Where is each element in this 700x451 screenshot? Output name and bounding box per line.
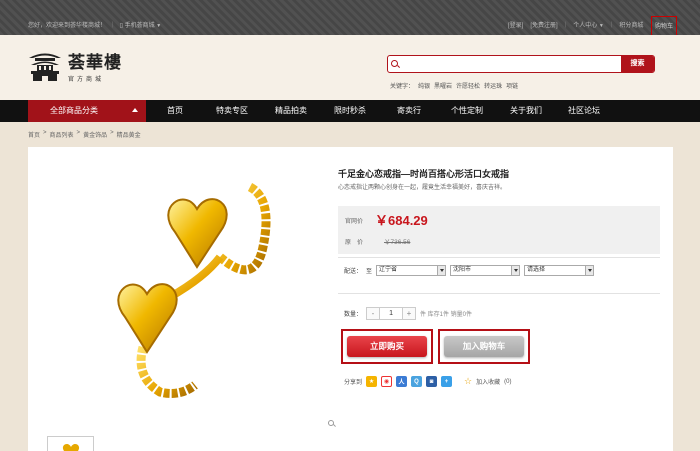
quantity-row: 数量： - 1 + 件 库存1件 销量0件 bbox=[344, 307, 472, 320]
keyword-link[interactable]: 黑曜岩 bbox=[434, 81, 452, 90]
quantity-stepper: - 1 + bbox=[366, 307, 417, 320]
weibo-share-icon[interactable]: ◉ bbox=[381, 376, 393, 387]
original-price-value: ￥736.56 bbox=[384, 239, 411, 246]
phone-icon: ▯ bbox=[119, 23, 123, 29]
breadcrumb-separator: > bbox=[110, 130, 114, 136]
chevron-down-icon: ▼ bbox=[598, 23, 604, 29]
register-link[interactable]: [免费注册] bbox=[530, 20, 557, 29]
price-value: ￥684.29 bbox=[375, 213, 428, 228]
product-panel: 千足金心恋戒指—时尚百搭心形活口女戒指 心恋戒指让两颗心创身在一起，履竟生活幸福… bbox=[28, 147, 673, 451]
original-price-label: 原 价 bbox=[345, 240, 364, 246]
pavilion-logo-icon bbox=[27, 49, 63, 83]
quantity-input[interactable]: 1 bbox=[379, 308, 404, 319]
product-thumbnail[interactable] bbox=[47, 436, 94, 451]
user-center-menu[interactable]: 个人中心 ▼ bbox=[573, 20, 604, 29]
top-bar: 您好，欢迎来到荟华楼商城！ | ▯ 手机荟商城 ▼ [登录] [免费注册] | … bbox=[0, 0, 700, 35]
add-to-cart-button[interactable]: 加入购物车 bbox=[444, 336, 524, 357]
nav-item-flash-sale[interactable]: 限时秒杀 bbox=[334, 100, 366, 122]
star-icon[interactable]: ☆ bbox=[464, 376, 472, 387]
renren-share-icon[interactable]: 人 bbox=[396, 376, 408, 387]
breadcrumb-list[interactable]: 商品列表 bbox=[50, 130, 74, 139]
add-favorite-link[interactable]: 加入收藏 bbox=[476, 377, 500, 386]
user-center-label: 个人中心 bbox=[573, 23, 598, 29]
chevron-down-icon bbox=[511, 266, 520, 275]
search-bar: 搜索 bbox=[387, 55, 655, 73]
city-value: 沈阳市 bbox=[453, 267, 472, 273]
mobile-mall-label: 手机荟商城 bbox=[124, 23, 155, 29]
breadcrumb: 首页 > 商品列表 > 黄金饰品 > 精品黄金 bbox=[28, 130, 141, 139]
logo-name: 荟華樓 bbox=[68, 53, 122, 73]
separator: | bbox=[564, 21, 567, 28]
stock-info: 件 库存1件 销量0件 bbox=[420, 312, 473, 318]
caret-up-icon bbox=[132, 108, 138, 112]
nav-item-custom[interactable]: 个性定制 bbox=[451, 100, 483, 122]
all-categories-label: 全部商品分类 bbox=[50, 106, 98, 115]
product-subtitle: 心恋戒指让两颗心创身在一起，履竟生活幸福美好，喜庆吉祥。 bbox=[338, 185, 507, 191]
shipping-row: 配送： 至 辽宁省 沈阳市 请选择 bbox=[344, 265, 595, 276]
favorite-count: (0) bbox=[504, 378, 512, 385]
city-select[interactable]: 沈阳市 bbox=[450, 265, 521, 276]
product-title: 千足金心恋戒指—时尚百搭心形活口女戒指 bbox=[338, 169, 510, 179]
keyword-link[interactable]: 项链 bbox=[506, 81, 518, 90]
breadcrumb-home[interactable]: 首页 bbox=[28, 130, 40, 139]
hot-keywords: 关键字： 纯银 黑曜岩 许愿轻松 转运珠 项链 bbox=[390, 81, 518, 90]
breadcrumb-separator: > bbox=[43, 130, 47, 136]
share-label: 分享到 bbox=[344, 380, 363, 386]
keywords-label: 关键字： bbox=[390, 84, 415, 90]
nav-item-about[interactable]: 关于我们 bbox=[510, 100, 542, 122]
buy-now-highlight: 立即购买 bbox=[341, 329, 433, 364]
all-categories-button[interactable]: 全部商品分类 bbox=[28, 100, 146, 122]
product-image[interactable] bbox=[45, 147, 339, 431]
nav-item-forum[interactable]: 社区论坛 bbox=[568, 100, 600, 122]
tencent-weibo-share-icon[interactable]: ◙ bbox=[426, 376, 438, 387]
shipping-to-label: 至 bbox=[366, 269, 373, 275]
district-value: 请选择 bbox=[527, 267, 546, 273]
quantity-plus-button[interactable]: + bbox=[403, 308, 416, 319]
keyword-link[interactable]: 许愿轻松 bbox=[456, 81, 480, 90]
separator: | bbox=[112, 21, 114, 28]
divider bbox=[338, 293, 660, 294]
more-share-icon[interactable]: + bbox=[441, 376, 453, 387]
welcome-text: 您好，欢迎来到荟华楼商城！ bbox=[28, 23, 107, 29]
zoom-icon[interactable] bbox=[328, 420, 334, 426]
shipping-label: 配送： bbox=[344, 269, 363, 275]
login-link[interactable]: [登录] bbox=[508, 20, 523, 29]
price-label: 官网价 bbox=[345, 219, 364, 225]
search-button[interactable]: 搜索 bbox=[621, 56, 654, 72]
keyword-link[interactable]: 转运珠 bbox=[484, 81, 502, 90]
divider bbox=[338, 257, 660, 258]
chevron-down-icon: ▼ bbox=[156, 23, 162, 29]
price-box: 官网价 ￥684.29 原 价 ￥736.56 bbox=[338, 206, 660, 254]
quantity-minus-button[interactable]: - bbox=[367, 308, 380, 319]
logo[interactable]: 荟華樓 官方商城 bbox=[27, 48, 122, 83]
province-value: 辽宁省 bbox=[379, 267, 398, 273]
district-select[interactable]: 请选择 bbox=[524, 265, 595, 276]
keyword-link[interactable]: 纯银 bbox=[418, 81, 430, 90]
qq-share-icon[interactable]: Q bbox=[411, 376, 423, 387]
points-mall-link[interactable]: 积分商城 bbox=[619, 20, 643, 29]
search-icon bbox=[391, 60, 398, 67]
chevron-down-icon bbox=[437, 266, 446, 275]
qzone-share-icon[interactable]: ★ bbox=[366, 376, 378, 387]
nav-item-consignment[interactable]: 寄卖行 bbox=[397, 100, 421, 122]
breadcrumb-category[interactable]: 黄金饰品 bbox=[83, 130, 107, 139]
quantity-label: 数量： bbox=[344, 312, 363, 318]
logo-subtitle: 官方商城 bbox=[68, 77, 105, 83]
share-row: 分享到 ★ ◉ 人 Q ◙ + ☆ 加入收藏 (0) bbox=[344, 376, 511, 387]
chevron-down-icon bbox=[585, 266, 594, 275]
province-select[interactable]: 辽宁省 bbox=[376, 265, 447, 276]
search-input[interactable] bbox=[400, 56, 620, 72]
breadcrumb-current: 精品黄金 bbox=[116, 133, 141, 139]
add-to-cart-highlight: 加入购物车 bbox=[438, 329, 530, 364]
buy-now-button[interactable]: 立即购买 bbox=[347, 336, 427, 357]
header: 荟華樓 官方商城 搜索 关键字： 纯银 黑曜岩 许愿轻松 转运珠 项链 bbox=[0, 35, 700, 100]
nav-item-auction[interactable]: 精品拍卖 bbox=[275, 100, 307, 122]
mobile-mall-link[interactable]: ▯ 手机荟商城 ▼ bbox=[120, 20, 162, 29]
nav-item-home[interactable]: 首页 bbox=[167, 100, 183, 122]
main-nav: 全部商品分类 首页 特卖专区 精品拍卖 限时秒杀 寄卖行 个性定制 关于我们 社… bbox=[0, 100, 700, 122]
nav-item-sale[interactable]: 特卖专区 bbox=[216, 100, 248, 122]
separator: | bbox=[610, 21, 613, 28]
breadcrumb-separator: > bbox=[76, 130, 81, 136]
